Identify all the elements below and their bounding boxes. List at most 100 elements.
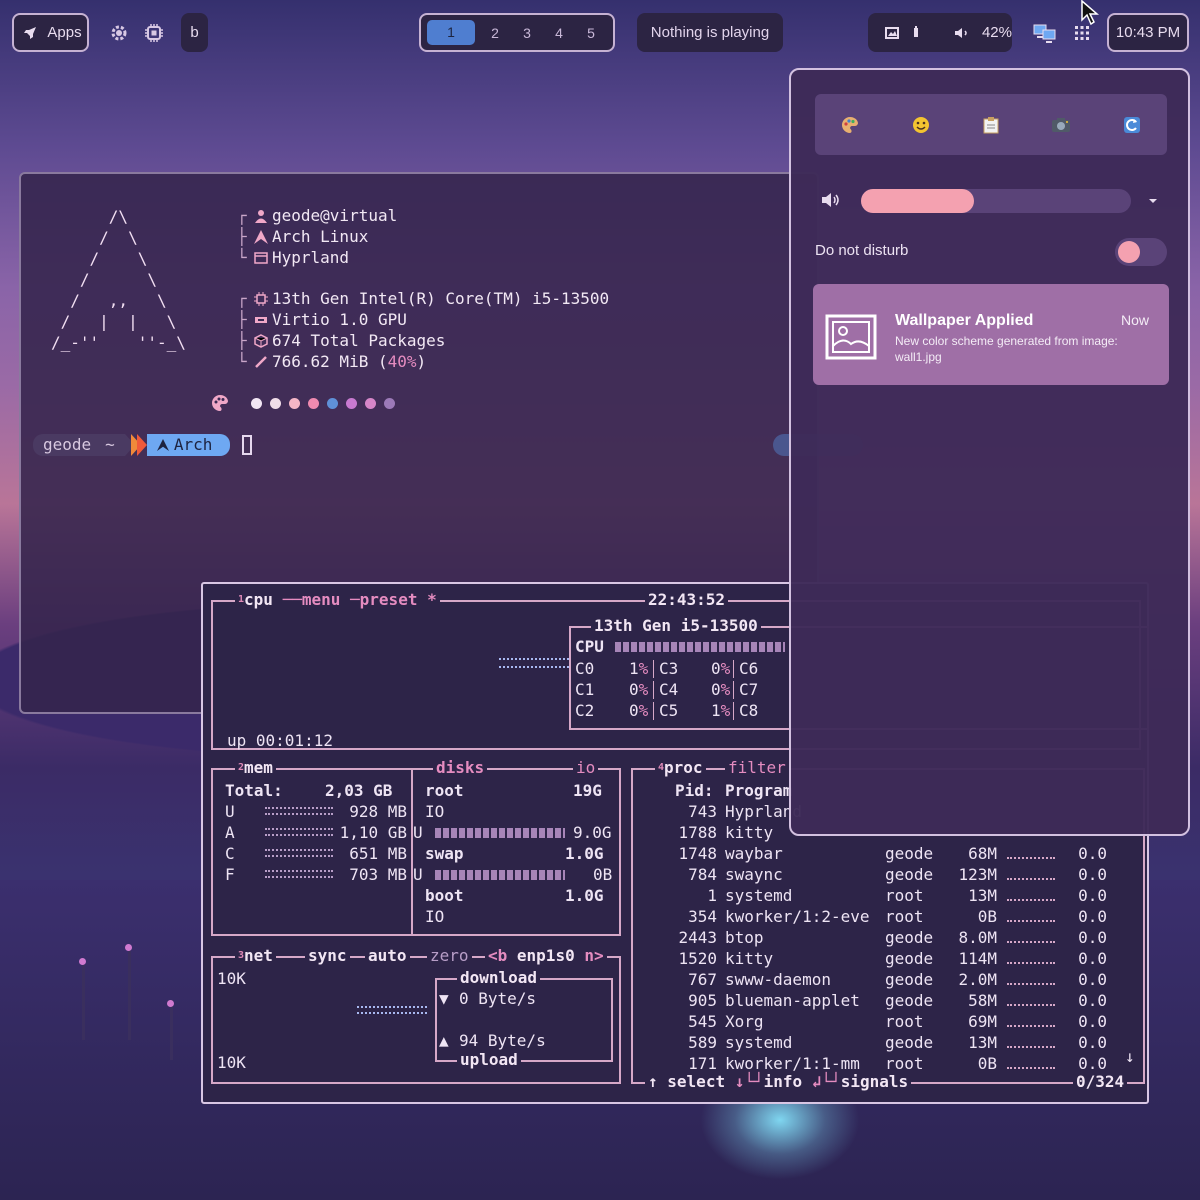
chevron-down-icon[interactable] [1147, 194, 1159, 212]
cpu-chip-icon[interactable] [143, 22, 165, 44]
process-name: waybar [725, 844, 783, 863]
volume-speaker-icon[interactable] [821, 191, 841, 214]
screenshot-icon[interactable] [1050, 114, 1072, 136]
net-option-auto[interactable]: auto [365, 946, 410, 966]
process-pid: 905 [688, 991, 717, 1010]
footer-signals[interactable]: signals [841, 1072, 908, 1091]
core-separator [733, 660, 734, 678]
disk-boot-name: boot [425, 886, 464, 905]
cpu-core-label: C0 [575, 659, 595, 678]
net-scale-top: 10K [217, 969, 246, 988]
emoji-icon[interactable] [910, 114, 932, 136]
network-icon[interactable] [1033, 22, 1057, 44]
arch-logo-icon [156, 439, 169, 451]
process-mem: 69M [968, 1012, 997, 1031]
status-widget: 42% [868, 13, 1012, 52]
clock[interactable]: 10:43 PM [1107, 13, 1189, 52]
process-pid: 767 [688, 970, 717, 989]
workspace-3[interactable]: 3 [511, 25, 543, 41]
palette-swatch [384, 398, 395, 409]
volume-slider[interactable] [861, 189, 1131, 213]
scroll-down-icon[interactable]: ↓ [1125, 1046, 1135, 1067]
cpu-text: 13th Gen Intel(R) Core(TM) i5-13500 [272, 289, 610, 308]
palette-icon[interactable] [839, 114, 861, 136]
disk-swap-used-label: U [413, 865, 423, 884]
proc-footer: ↑ select ↓└┘info ↲└┘signals [645, 1072, 912, 1092]
net-prev-button[interactable]: <b [488, 946, 507, 965]
download-value: 0 Byte/s [459, 989, 537, 1008]
proc-filter[interactable]: filter [725, 758, 789, 778]
user-icon [253, 208, 269, 224]
refresh-icon[interactable] [1121, 114, 1143, 136]
process-cpu-graph [1007, 878, 1055, 880]
palette-swatch [270, 398, 281, 409]
mem-row-value: 703 MB [349, 865, 407, 884]
core-separator [733, 702, 734, 720]
process-mem: 8.0M [958, 928, 997, 947]
footer-info[interactable]: info [764, 1072, 803, 1091]
color-palette [251, 398, 395, 409]
user-initial-badge[interactable]: b [181, 13, 208, 52]
process-cpu-graph [1007, 1025, 1055, 1027]
process-cpu-graph [1007, 962, 1055, 964]
process-mem: 123M [958, 865, 997, 884]
notification-time: Now [1121, 312, 1150, 328]
upload-arrow-icon: ▲ [439, 1031, 449, 1050]
process-pid: 2443 [678, 928, 717, 947]
workspace-4[interactable]: 4 [543, 25, 575, 41]
workspace-5[interactable]: 5 [575, 25, 607, 41]
mem-divider [411, 770, 413, 934]
palette-swatch [327, 398, 338, 409]
clipboard-icon[interactable] [980, 114, 1002, 136]
tab-cpu[interactable]: cpu [244, 590, 273, 609]
apps-button[interactable]: Apps [12, 13, 89, 52]
memory-text: 766.62 MiB ( [272, 352, 388, 371]
tab-preset[interactable]: preset * [360, 590, 437, 609]
os-text: Arch Linux [272, 227, 369, 246]
process-cpu-graph [1007, 983, 1055, 985]
window-icon [253, 250, 269, 266]
process-cpu: 0.0 [1078, 844, 1107, 863]
speaker-icon[interactable] [952, 22, 972, 44]
proc-header-program: Program [725, 781, 793, 800]
disk-swap-used: 0B [593, 865, 613, 884]
net-speed-box: download ▼ 0 Byte/s ▲ 94 Byte/s upload [435, 968, 613, 1070]
wallpaper-plant [82, 960, 85, 1040]
proc-title: 4proc [655, 758, 706, 778]
notification-card[interactable]: Wallpaper Applied Now New color scheme g… [813, 284, 1169, 385]
cpu-core-label: C8 [739, 701, 759, 720]
settings-gear-icon[interactable] [108, 22, 130, 44]
quick-actions-bar [815, 94, 1167, 155]
cpu-clock: 22:43:52 [645, 590, 729, 610]
core-separator [653, 660, 654, 678]
cpu-core-usage: 1% [629, 659, 649, 678]
core-separator [653, 681, 654, 699]
disk-swap-name: swap [425, 844, 464, 863]
media-widget[interactable]: Nothing is playing [637, 13, 783, 52]
mem-row-value: 1,10 GB [339, 823, 407, 842]
disk-swap-bar [435, 870, 565, 880]
dnd-toggle[interactable] [1115, 238, 1167, 266]
disk-boot-io: IO [425, 907, 445, 926]
cpu-label: CPU [575, 637, 604, 656]
tab-menu[interactable]: menu [302, 590, 341, 609]
process-cpu: 0.0 [1078, 886, 1107, 905]
image-icon[interactable] [882, 22, 902, 44]
process-name: kitty [725, 949, 774, 968]
arch-ascii-logo: /\ / \ / \ / \ / ,, \ / | | \ /_-'' ''-_… [51, 207, 186, 352]
net-option-sync[interactable]: sync [305, 946, 350, 966]
net-next-button[interactable]: n> [584, 946, 603, 965]
mem-row-key: A [225, 823, 235, 842]
wallpaper-flower [167, 1000, 174, 1007]
workspace-1[interactable]: 1 [427, 20, 475, 45]
cpu-core-label: C7 [739, 680, 759, 699]
workspace-2[interactable]: 2 [479, 25, 511, 41]
footer-select[interactable]: select [667, 1072, 725, 1091]
process-cpu-graph [1007, 941, 1055, 943]
info-gpu: ├ Virtio 1.0 GPU [237, 310, 407, 329]
dnd-label: Do not disturb [815, 242, 909, 259]
process-mem: 68M [968, 844, 997, 863]
volume-percent: 42% [981, 24, 1012, 41]
net-option-zero[interactable]: zero [427, 946, 472, 966]
mem-title: 2mem [235, 758, 276, 778]
